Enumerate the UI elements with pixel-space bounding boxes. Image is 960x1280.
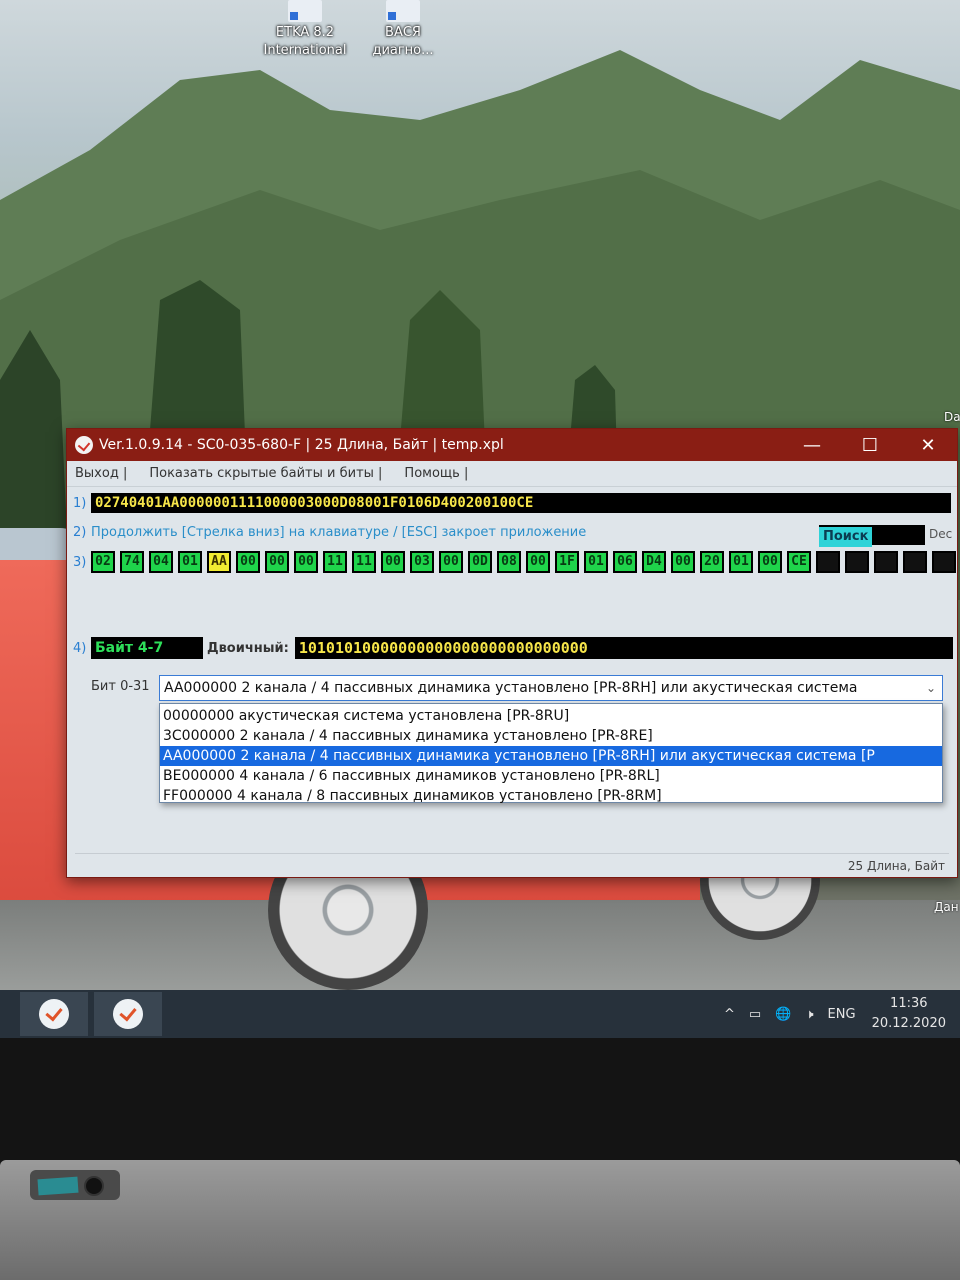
byte-range-label: Байт 4-7 xyxy=(91,637,203,659)
byte-cell[interactable] xyxy=(874,551,898,573)
language-indicator[interactable]: ENG xyxy=(828,1007,856,1022)
row-number: 1) xyxy=(73,495,87,511)
byte-cell[interactable]: 02 xyxy=(91,551,115,573)
minimize-button[interactable]: — xyxy=(783,435,841,456)
menu-bar: Выход | Показать скрытые байты и биты | … xyxy=(67,461,957,487)
byte-grid: 02 74 04 01 AA 00 00 00 11 11 00 03 00 0D 08 00 1F 01 06 D4… xyxy=(91,551,956,573)
byte-cell[interactable]: 08 xyxy=(497,551,521,573)
byte-cell[interactable]: D4 xyxy=(642,551,666,573)
title-bar[interactable]: Ver.1.0.9.14 - SC0-035-680-F | 25 Длина,… xyxy=(67,429,957,461)
clock[interactable]: 11:36 20.12.2020 xyxy=(872,994,946,1034)
etka-icon xyxy=(288,0,322,22)
binary-label: Двоичный: xyxy=(207,640,289,656)
desktop-icon-vasya[interactable]: ВАСЯ диагно... xyxy=(358,0,448,60)
road xyxy=(0,900,960,990)
search-label: Поиск xyxy=(819,527,873,547)
bit-range-label: Бит 0-31 xyxy=(91,679,150,694)
byte-cell[interactable]: 00 xyxy=(265,551,289,573)
menu-help[interactable]: Помощь | xyxy=(404,466,468,481)
hex-string-field[interactable]: 02740401AA0000001111000003000D08001F0106… xyxy=(91,493,951,513)
network-icon[interactable]: 🌐 xyxy=(775,1007,791,1022)
byte-cell[interactable]: 0D xyxy=(468,551,492,573)
byte-cell[interactable]: 00 xyxy=(671,551,695,573)
byte-cell[interactable]: 00 xyxy=(236,551,260,573)
dec-toggle[interactable]: Dec xyxy=(929,527,952,541)
byte-cell[interactable]: 00 xyxy=(526,551,550,573)
dropdown-option[interactable]: 3C000000 2 канала / 4 пассивных динамика… xyxy=(160,726,942,746)
app-logo-icon xyxy=(39,999,69,1029)
clock-time: 11:36 xyxy=(890,996,928,1011)
app-window: Ver.1.0.9.14 - SC0-035-680-F | 25 Длина,… xyxy=(66,428,958,878)
vasya-icon xyxy=(386,0,420,22)
menu-show-hidden[interactable]: Показать скрытые байты и биты | xyxy=(149,466,382,481)
clock-date: 20.12.2020 xyxy=(871,1016,946,1031)
laptop-chassis xyxy=(0,1160,960,1280)
row-3: 3) 02 74 04 01 AA 00 00 00 11 11 00 03 00 0D 08 00 1F 01 0… xyxy=(73,551,956,573)
desktop-icon-label: ВАСЯ xyxy=(385,25,421,40)
close-button[interactable]: ✕ xyxy=(899,435,957,456)
power-button xyxy=(84,1176,104,1196)
byte-cell[interactable]: 00 xyxy=(439,551,463,573)
desktop-edge-label: Da xyxy=(944,410,960,424)
select-value: AA000000 2 канала / 4 пассивных динамика… xyxy=(164,680,858,696)
byte-cell[interactable]: 20 xyxy=(700,551,724,573)
byte-cell[interactable]: 1F xyxy=(555,551,579,573)
row-1: 1) 02740401AA0000001111000003000D08001F0… xyxy=(73,493,951,513)
bit-value-select[interactable]: AA000000 2 канала / 4 пассивных динамика… xyxy=(159,675,943,701)
dropdown-option[interactable]: BE000000 4 канала / 6 пассивных динамико… xyxy=(160,766,942,786)
system-tray: ^ ▭ 🌐 🕨 ENG 11:36 20.12.2020 xyxy=(710,990,946,1038)
taskbar-app-button[interactable] xyxy=(20,992,88,1036)
byte-cell[interactable]: 03 xyxy=(410,551,434,573)
desktop-icon-label: ETKA 8.2 xyxy=(275,25,335,40)
menu-exit[interactable]: Выход | xyxy=(75,466,127,481)
taskbar-app-button[interactable] xyxy=(94,992,162,1036)
status-bar: 25 Длина, Байт xyxy=(75,853,949,877)
desktop-icon-label: International xyxy=(263,43,347,58)
search-box[interactable]: Поиск xyxy=(819,525,925,547)
battery-icon[interactable]: ▭ xyxy=(749,1007,761,1022)
byte-cell[interactable]: 74 xyxy=(120,551,144,573)
byte-cell[interactable] xyxy=(816,551,840,573)
byte-cell[interactable]: 00 xyxy=(294,551,318,573)
screen-bezel xyxy=(0,1038,960,1168)
byte-cell[interactable] xyxy=(903,551,927,573)
row-number: 3) xyxy=(73,554,87,570)
byte-cell[interactable] xyxy=(932,551,956,573)
byte-cell[interactable]: 01 xyxy=(178,551,202,573)
byte-cell[interactable]: 00 xyxy=(381,551,405,573)
volume-icon[interactable]: 🕨 xyxy=(805,1007,813,1022)
byte-cell[interactable]: 04 xyxy=(149,551,173,573)
byte-cell[interactable] xyxy=(845,551,869,573)
byte-cell[interactable]: AA xyxy=(207,551,231,573)
app-logo-icon xyxy=(75,436,93,454)
desktop-icon-label: диагно... xyxy=(372,43,434,58)
binary-value[interactable]: 10101010000000000000000000000000 xyxy=(294,637,953,659)
dropdown-option[interactable]: 00000000 акустическая система установлен… xyxy=(160,706,942,726)
taskbar: ^ ▭ 🌐 🕨 ENG 11:36 20.12.2020 xyxy=(0,990,960,1038)
dropdown-option[interactable]: AA000000 2 канала / 4 пассивных динамика… xyxy=(160,746,942,766)
byte-cell[interactable]: 01 xyxy=(584,551,608,573)
app-logo-icon xyxy=(113,999,143,1029)
bit-options-dropdown: 00000000 акустическая система установлен… xyxy=(159,703,943,806)
desktop-icon-etka[interactable]: ETKA 8.2 International xyxy=(260,0,350,60)
chevron-down-icon[interactable]: ⌄ xyxy=(926,676,936,700)
tape-strip xyxy=(37,1176,79,1196)
row-4: 4) Байт 4-7 Двоичный: 101010100000000000… xyxy=(73,637,953,659)
row-number: 2) xyxy=(73,525,87,540)
byte-cell[interactable]: 00 xyxy=(758,551,782,573)
dropdown-option[interactable]: FF000000 4 канала / 8 пассивных динамико… xyxy=(160,786,942,806)
desktop-edge-label: Дан xyxy=(934,900,959,914)
byte-cell[interactable]: 06 xyxy=(613,551,637,573)
maximize-button[interactable]: ☐ xyxy=(841,435,899,456)
byte-cell[interactable]: CE xyxy=(787,551,811,573)
tray-overflow-icon[interactable]: ^ xyxy=(724,1007,735,1022)
byte-cell[interactable]: 11 xyxy=(323,551,347,573)
window-title: Ver.1.0.9.14 - SC0-035-680-F | 25 Длина,… xyxy=(99,437,504,453)
keyboard-hint: Продолжить [Стрелка вниз] на клавиатуре … xyxy=(91,525,587,540)
byte-cell[interactable]: 01 xyxy=(729,551,753,573)
row-number: 4) xyxy=(73,640,87,656)
row-2: 2) Продолжить [Стрелка вниз] на клавиату… xyxy=(73,525,586,540)
byte-cell[interactable]: 11 xyxy=(352,551,376,573)
